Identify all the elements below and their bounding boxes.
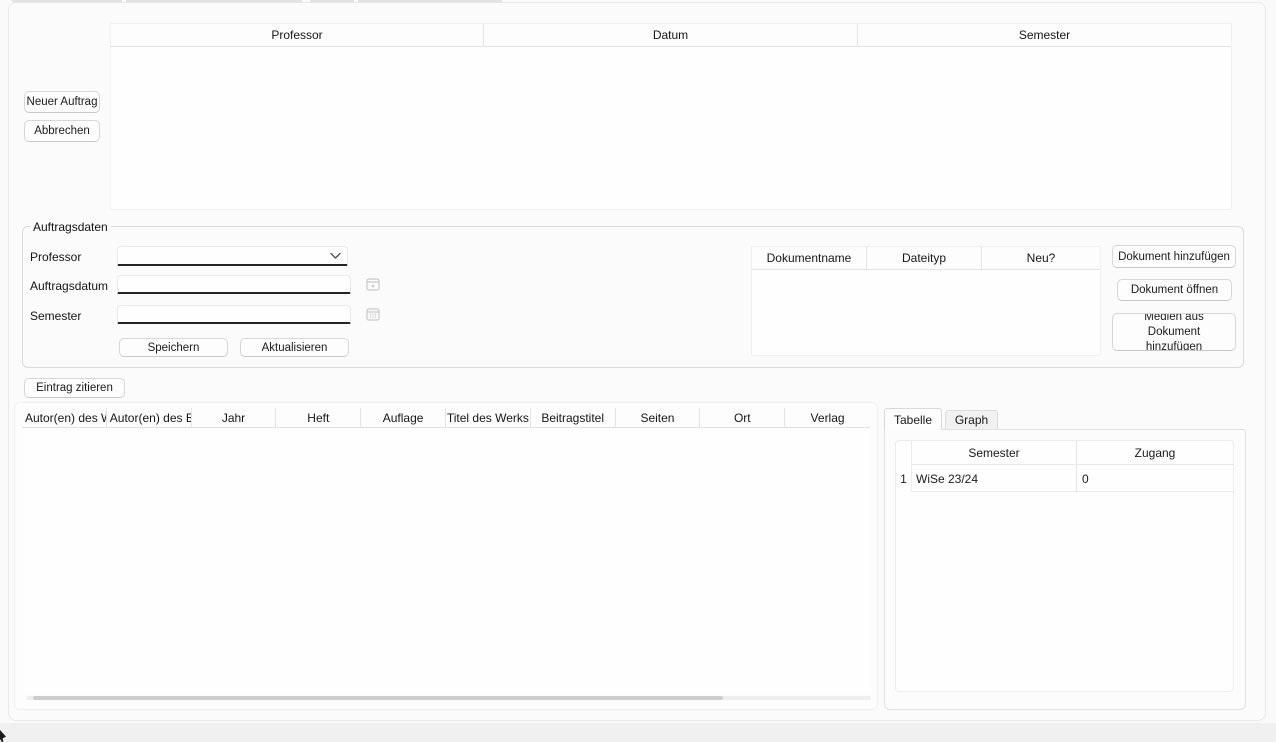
- stats-cell-zugang[interactable]: 0: [1077, 466, 1233, 492]
- semester-label: Semester: [30, 309, 81, 323]
- professor-label: Professor: [30, 250, 81, 264]
- entries-column-edition[interactable]: Auflage: [361, 408, 446, 427]
- documents-table-body[interactable]: [752, 270, 1100, 355]
- documents-column-filetype[interactable]: Dateityp: [867, 247, 982, 269]
- app-window: Professor Datum Semester Neuer Auftrag A…: [0, 0, 1276, 742]
- entries-column-year[interactable]: Jahr: [192, 408, 277, 427]
- semester-input[interactable]: [118, 307, 350, 323]
- professor-combobox[interactable]: [117, 246, 348, 266]
- orders-column-datum[interactable]: Datum: [484, 24, 858, 46]
- documents-table-header: Dokumentname Dateityp Neu?: [752, 247, 1100, 270]
- entries-column-publisher[interactable]: Verlag: [785, 408, 870, 427]
- top-edge-segment: [12, 0, 122, 2]
- documents-column-new[interactable]: Neu?: [982, 247, 1100, 269]
- professor-combobox-value[interactable]: [118, 248, 347, 265]
- calendar-icon[interactable]: [366, 307, 380, 321]
- top-edge-segment: [310, 0, 354, 2]
- stats-row-index: 1: [896, 466, 911, 492]
- order-date-field[interactable]: [117, 275, 351, 294]
- update-button[interactable]: Aktualisieren: [240, 338, 349, 357]
- entries-column-contribution-authors[interactable]: Autor(en) des Beitrags: [107, 408, 192, 427]
- tab-graph[interactable]: Graph: [945, 410, 998, 429]
- stats-cell-semester[interactable]: WiSe 23/24: [912, 466, 1076, 492]
- add-media-from-document-button[interactable]: Medien aus Dokument hinzufügen: [1112, 313, 1236, 351]
- order-date-input[interactable]: [118, 277, 350, 293]
- tab-tabelle[interactable]: Tabelle: [884, 408, 942, 430]
- cite-entry-button[interactable]: Eintrag zitieren: [24, 378, 125, 398]
- tab-graph-label: Graph: [955, 413, 988, 427]
- chevron-down-icon[interactable]: [330, 252, 341, 259]
- orders-table-header: Professor Datum Semester: [111, 24, 1231, 47]
- top-edge-segment: [358, 0, 502, 2]
- semester-field[interactable]: [117, 305, 351, 324]
- stats-column-semester[interactable]: Semester: [912, 441, 1076, 465]
- top-edge-segment: [126, 0, 302, 2]
- cancel-button[interactable]: Abbrechen: [24, 120, 100, 142]
- entries-column-place[interactable]: Ort: [700, 408, 785, 427]
- open-document-button[interactable]: Dokument öffnen: [1117, 279, 1232, 301]
- new-order-button[interactable]: Neuer Auftrag: [24, 91, 100, 113]
- order-form-legend: Auftragsdaten: [30, 220, 111, 234]
- tab-tabelle-label: Tabelle: [894, 413, 932, 427]
- entries-column-work-authors[interactable]: Autor(en) des Werks: [22, 408, 107, 427]
- stats-column-zugang[interactable]: Zugang: [1077, 441, 1233, 465]
- entries-column-pages[interactable]: Seiten: [616, 408, 701, 427]
- calendar-icon[interactable]: [366, 277, 380, 291]
- order-date-label: Auftragsdatum: [30, 279, 108, 293]
- documents-column-name[interactable]: Dokumentname: [752, 247, 867, 269]
- orders-column-semester[interactable]: Semester: [858, 24, 1231, 46]
- entries-table-body[interactable]: [22, 428, 870, 692]
- save-button[interactable]: Speichern: [119, 338, 228, 357]
- orders-table-body[interactable]: [111, 47, 1231, 209]
- entries-column-work-title[interactable]: Titel des Werks: [446, 408, 531, 427]
- orders-table: Professor Datum Semester: [110, 23, 1232, 210]
- add-document-button[interactable]: Dokument hinzufügen: [1112, 245, 1236, 268]
- entries-column-contribution-title[interactable]: Beitragstitel: [531, 408, 616, 427]
- entries-column-issue[interactable]: Heft: [276, 408, 361, 427]
- entries-table-header: Autor(en) des Werks Autor(en) des Beitra…: [22, 408, 870, 428]
- orders-column-professor[interactable]: Professor: [111, 24, 484, 46]
- entries-hscrollbar-thumb[interactable]: [33, 696, 723, 700]
- documents-table: Dokumentname Dateityp Neu?: [751, 246, 1101, 356]
- footer-strip: [0, 723, 1276, 742]
